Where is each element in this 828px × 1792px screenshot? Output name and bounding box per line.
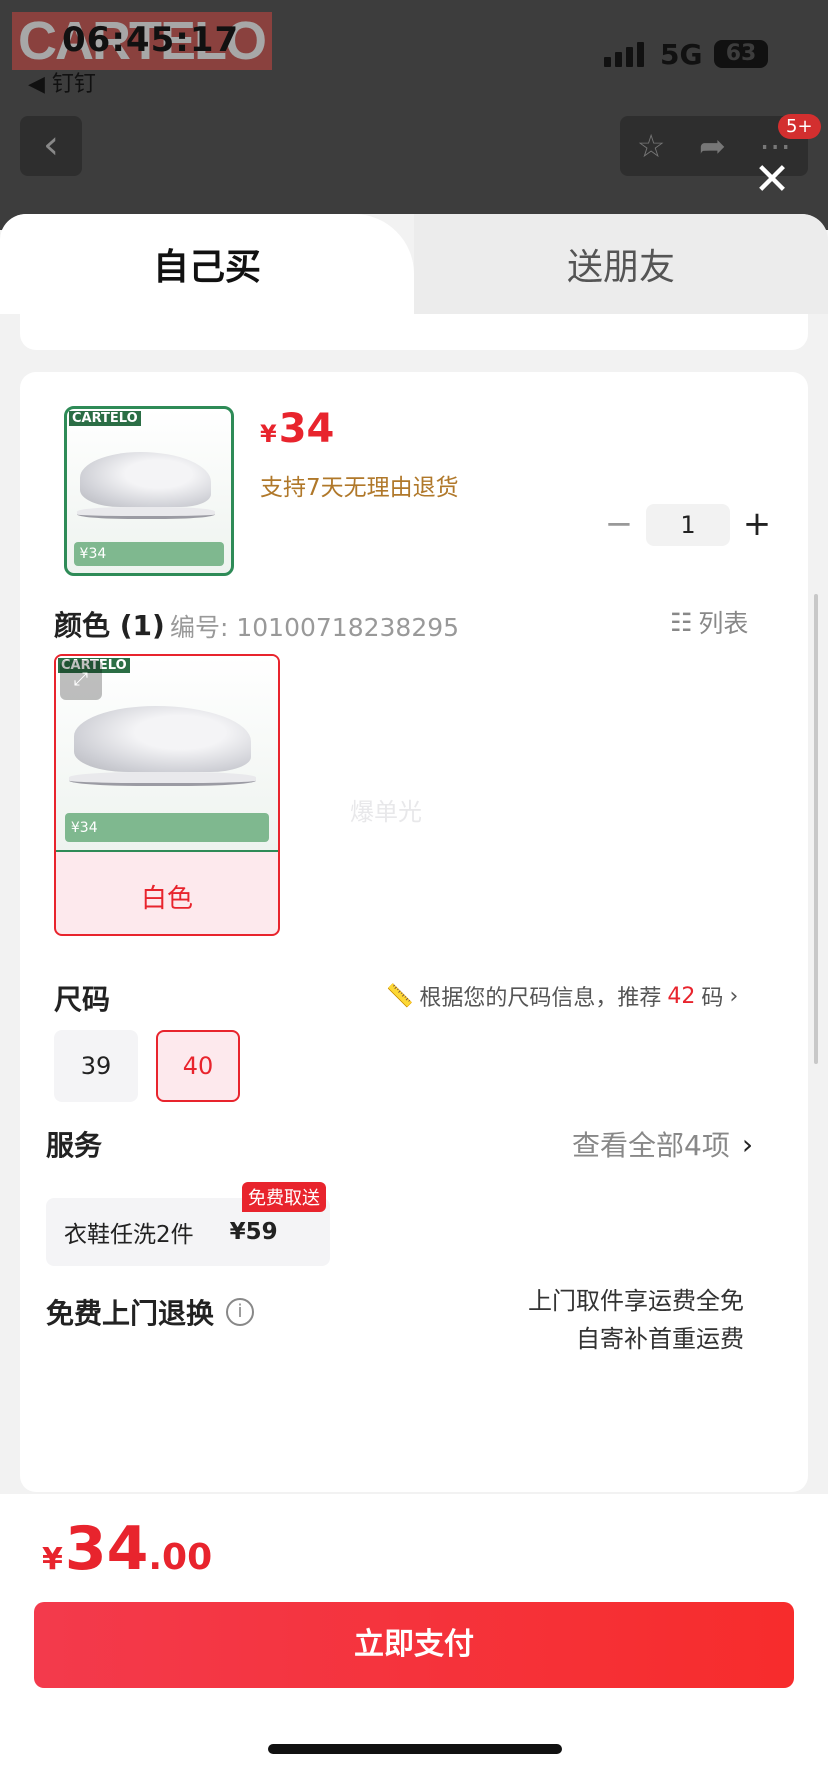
size-recommendation[interactable]: 📏 根据您的尺码信息，推荐 42 码 › [386,980,738,1012]
checkout-bar: ¥34.00 立即支付 [0,1494,828,1792]
list-icon: ☷ [670,607,693,637]
total-price: ¥34.00 [42,1514,213,1584]
list-view-toggle[interactable]: ☷ 列表 [670,604,748,640]
color-promo-strip: ¥34 [64,813,270,843]
shoe-image [73,706,252,773]
size-option-39[interactable]: 39 [54,1030,138,1102]
tab-gift[interactable]: 送朋友 [414,214,828,314]
size-hint-value: 42 [667,983,696,1009]
quantity-input[interactable]: 1 [646,504,730,546]
close-icon[interactable]: ✕ [752,158,792,202]
service-badge: 免费取送 [242,1182,326,1212]
watermark: 爆单光 [350,798,422,826]
top-card-edge [20,314,808,350]
color-option-white[interactable]: CARTELO ¥34 ⤢ 白色 [54,654,280,936]
share-icon[interactable]: ➦ [699,127,726,165]
pay-now-button[interactable]: 立即支付 [34,1602,794,1688]
free-return-label: 免费上门退换 i [46,1292,255,1332]
network-type: 5G [660,38,703,71]
return-policy: 支持7天无理由退货 [260,475,459,501]
scrollbar[interactable] [814,594,818,1064]
back-button[interactable]: ‹ [20,116,82,176]
free-return-details: 上门取件享运费全免 自寄补首重运费 [528,1282,744,1358]
shoe-sole [76,507,215,519]
status-time: 06:45:17 [62,20,240,60]
back-to-app-link[interactable]: ◀ 钉钉 [28,66,96,98]
product-code: 编号: 10100718238295 [170,613,460,642]
background-page: CARTELO 06:45:17 ◀ 钉钉 5G 63 ‹ ☆ ➦ ⋯ 5+ ✕ [0,0,828,230]
info-icon[interactable]: i [226,1298,255,1326]
size-hint-suffix: 码 [701,986,724,1011]
service-label: 服务 [46,1129,103,1162]
battery-icon: 63 [714,40,768,68]
chevron-right-icon: › [741,1127,754,1161]
product-price: ¥34 [260,406,335,452]
thumb-promo-strip: ¥34 [73,541,225,567]
tab-self-buy[interactable]: 自己买 [0,214,414,314]
size-label: 尺码 [54,983,111,1016]
size-option-40[interactable]: 40 [156,1030,240,1102]
home-indicator [268,1744,562,1754]
free-return-title: 免费上门退换 [46,1297,215,1330]
list-toggle-label: 列表 [698,609,749,638]
signal-icon [604,42,644,67]
star-icon[interactable]: ☆ [637,127,666,165]
shoe-sole [69,772,256,786]
quantity-stepper: − 1 + [598,504,778,546]
decrease-button[interactable]: − [598,504,640,546]
color-option-label: 白色 [140,884,193,914]
product-thumbnail[interactable]: CARTELO ¥34 [64,406,234,576]
view-all-label: 查看全部4项 [572,1129,730,1162]
zoom-icon[interactable]: ⤢ [60,660,102,700]
thumb-brand-logo: CARTELO [69,411,141,426]
view-all-services-link[interactable]: 查看全部4项 › [572,1124,753,1164]
free-return-line2: 自寄补首重运费 [576,1325,744,1353]
free-return-line1: 上门取件享运费全免 [528,1287,744,1315]
service-name: 衣鞋任洗2件 [64,1222,194,1248]
service-price: ¥59 [229,1219,278,1245]
increase-button[interactable]: + [736,504,778,546]
size-hint-prefix: 根据您的尺码信息，推荐 [419,986,662,1011]
chevron-right-icon: › [729,983,739,1009]
notification-badge: 5+ [778,114,821,139]
product-card: CARTELO ¥34 ¥34 支持7天无理由退货 − 1 + 颜色 (1) 编… [20,372,808,1492]
purchase-sheet: 自己买 送朋友 CARTELO ¥34 ¥34 支持7天无理由退货 − 1 + … [0,214,828,1792]
shoe-image [80,451,212,508]
color-label: 颜色 (1) [54,609,165,642]
tab-bar: 自己买 送朋友 [0,214,828,314]
ruler-icon: 📏 [386,983,414,1009]
